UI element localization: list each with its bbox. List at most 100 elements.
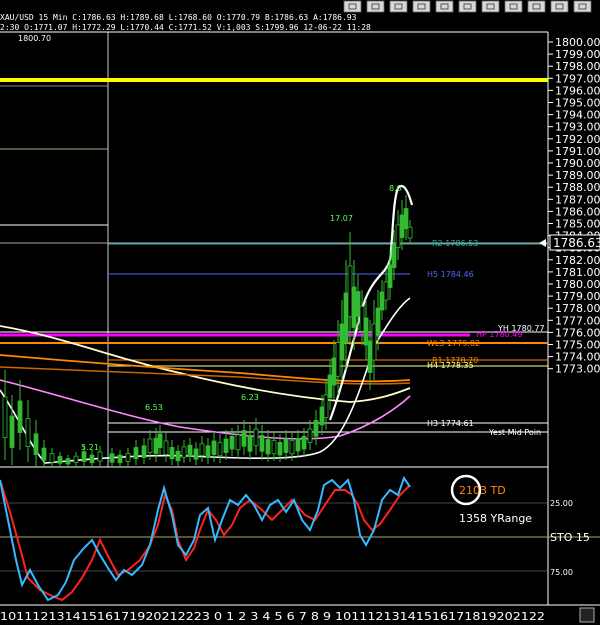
expand-icon[interactable] [573, 0, 592, 13]
settings-icon[interactable] [504, 0, 523, 13]
candle-body [277, 441, 283, 456]
current-price-label: 1786.63 [553, 236, 600, 250]
candle-body [25, 418, 31, 447]
stochastic-fast-line [0, 475, 411, 602]
candle-body [387, 264, 393, 288]
price-tick-label: 1796.00 [555, 84, 600, 97]
time-axis-labels[interactable]: 10111213141516171920212223 0 1 2 3 4 5 6… [0, 610, 545, 623]
candle-body [73, 455, 79, 463]
swing-label: 6.23 [241, 393, 259, 402]
price-tick-label: 1779.00 [555, 290, 600, 303]
candle-body [193, 448, 199, 460]
moving-average-pink [0, 379, 411, 440]
candle-body [371, 323, 377, 361]
candle-body [2, 396, 8, 438]
grid-icon[interactable] [412, 0, 431, 13]
candle-body [323, 394, 329, 418]
trading-chart[interactable]: XAU/USD 15 Min C:1786.63 H:1789.68 L:176… [0, 0, 600, 625]
candle-body [395, 224, 401, 248]
price-tick-label: 1792.00 [555, 133, 600, 146]
candle-body [223, 438, 229, 453]
level-label-hp: HP 1780.49 [476, 330, 522, 339]
price-tick-label: 1798.00 [555, 60, 600, 73]
candle-body [57, 456, 63, 464]
candle-body [295, 437, 301, 452]
candle-body [109, 453, 115, 463]
candle-body [347, 265, 353, 318]
candlestick-series [2, 195, 413, 467]
price-tick-label: 1775.00 [555, 339, 600, 352]
candle-body [163, 440, 169, 455]
chart-style-icon[interactable] [343, 0, 362, 13]
candle-body [147, 438, 153, 453]
candle-body [33, 433, 39, 455]
candle-body [81, 451, 87, 462]
line-icon[interactable] [481, 0, 500, 13]
candle-body [9, 415, 15, 448]
window-icon[interactable] [527, 0, 546, 13]
candle-body [125, 452, 131, 462]
sto-label: STO 15 [550, 531, 590, 544]
candle-body [253, 428, 259, 447]
crosshair-icon[interactable] [366, 0, 385, 13]
candle-body [175, 450, 181, 462]
candle-body [335, 342, 341, 377]
price-tick-label: 1795.00 [555, 97, 600, 110]
price-tick-label: 1799.00 [555, 48, 600, 61]
td-value: 2103 TD [459, 484, 506, 497]
candle-body [331, 357, 337, 386]
candle-body [327, 374, 333, 398]
candle-body [65, 458, 71, 465]
candle-body [259, 435, 265, 452]
candle-body [89, 454, 95, 464]
table-icon[interactable] [435, 0, 454, 13]
price-tick-label: 1791.00 [555, 145, 600, 158]
candle-body [367, 340, 373, 373]
candle-body [117, 454, 123, 464]
scroll-corner-button[interactable] [579, 607, 595, 623]
ohlc-icon[interactable] [458, 0, 477, 13]
candle-body [199, 443, 205, 456]
sto-level-25-label: 25.00 [550, 499, 573, 508]
session-high-label: 1800.70 [18, 34, 51, 43]
candle-body [235, 434, 241, 451]
candle-body [241, 430, 247, 447]
candle-body [289, 440, 295, 455]
candle-body [363, 317, 369, 346]
price-axis[interactable]: 1800.001799.001798.001797.001796.001795.… [548, 36, 600, 376]
price-tick-label: 1785.00 [555, 218, 600, 231]
price-tick-label: 1776.00 [555, 326, 600, 339]
candle-body [97, 451, 103, 462]
candle-body [351, 286, 357, 328]
price-tick-label: 1790.00 [555, 157, 600, 170]
candle-body [399, 214, 405, 238]
candle-body [17, 400, 23, 433]
price-tick-label: 1800.00 [555, 36, 600, 49]
candle-body [343, 292, 349, 343]
candle-body [359, 306, 365, 332]
swing-label: 6.53 [145, 403, 163, 412]
price-tick-label: 1773.00 [555, 363, 600, 376]
candle-body [141, 445, 147, 458]
zoom-icon[interactable] [389, 0, 408, 13]
cascade-icon[interactable] [550, 0, 569, 13]
candle-body [271, 440, 277, 455]
toolbar [343, 0, 592, 13]
candle-body [181, 446, 187, 458]
candle-body [319, 406, 325, 426]
candle-body [229, 435, 235, 450]
price-tick-label: 1794.00 [555, 109, 600, 122]
candle-body [407, 226, 413, 239]
price-tick-label: 1778.00 [555, 302, 600, 315]
swing-label: 8.0 [389, 184, 402, 193]
current-price-arrow-icon [539, 239, 546, 247]
candle-body [265, 439, 271, 455]
candle-body [375, 307, 381, 336]
swing-label: 17.07 [330, 214, 353, 223]
price-tick-label: 1780.00 [555, 278, 600, 291]
candle-body [339, 323, 345, 361]
candle-body [307, 428, 313, 443]
price-tick-label: 1782.00 [555, 254, 600, 267]
price-tick-label: 1789.00 [555, 169, 600, 182]
candle-body [217, 442, 223, 457]
